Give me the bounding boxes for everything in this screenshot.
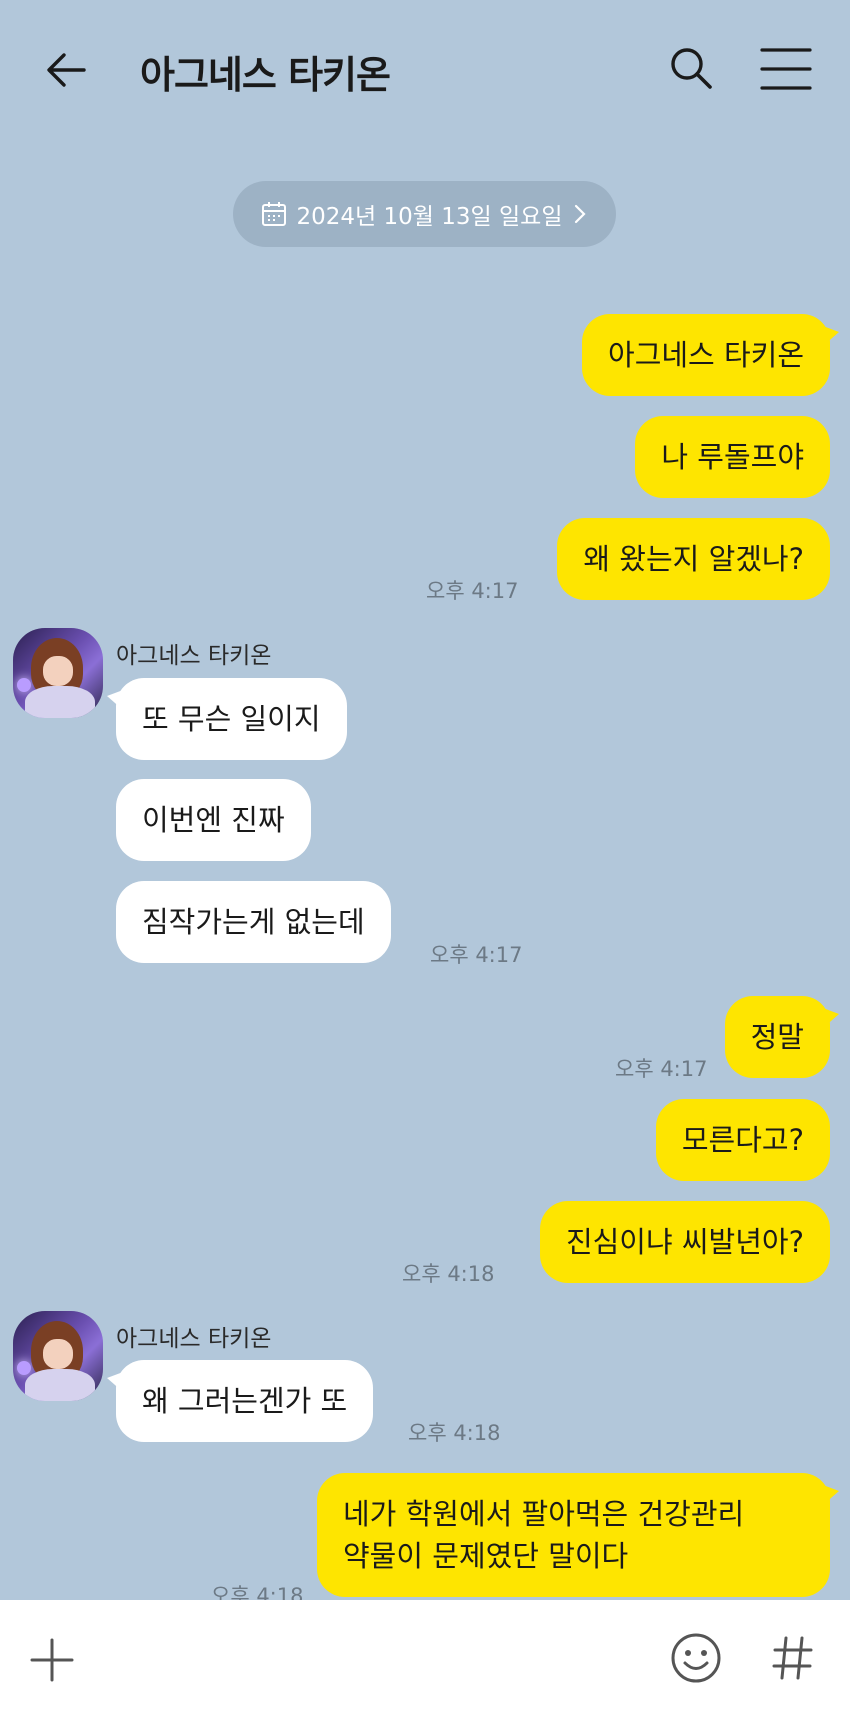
hamburger-menu-icon [760, 48, 812, 90]
hashtag-icon [772, 1636, 813, 1680]
my-message-bubble[interactable]: 모른다고? [655, 1099, 830, 1181]
my-message-bubble[interactable]: 아그네스 타키온 [582, 314, 839, 396]
arrow-left-icon [47, 53, 86, 87]
message-timestamp: 오후 4:17 [426, 579, 519, 603]
calendar-icon [261, 202, 286, 226]
message-timestamp: 오후 4:18 [408, 1421, 501, 1445]
their-message-bubble[interactable]: 이번엔 진짜 [116, 779, 311, 861]
plus-icon [30, 1638, 74, 1682]
back-button[interactable] [40, 42, 96, 98]
sender-name: 아그네스 타키온 [116, 1326, 272, 1352]
sender-avatar[interactable] [13, 628, 103, 718]
my-message-bubble[interactable]: 네가 학원에서 팔아먹은 건강관리 약물이 문제였단 말이다 [317, 1473, 839, 1597]
message-timestamp: 오후 4:17 [430, 943, 523, 967]
message-timestamp: 오후 4:17 [615, 1057, 708, 1081]
message-timestamp: 오후 4:18 [402, 1262, 495, 1286]
my-message-bubble[interactable]: 나 루돌프야 [635, 416, 830, 498]
my-message-bubble[interactable]: 진심이냐 씨발년아? [539, 1201, 830, 1283]
my-message-bubble[interactable]: 왜 왔는지 알겠나? [557, 518, 830, 600]
chat-header: 아그네스 타키온 [0, 0, 850, 140]
attach-button[interactable] [28, 1636, 76, 1684]
their-message-bubble[interactable]: 또 무슨 일이지 [107, 678, 347, 760]
date-divider[interactable]: 2024년 10월 13일 일요일 [233, 181, 616, 247]
emoji-icon [671, 1633, 721, 1683]
sender-avatar[interactable] [13, 1311, 103, 1401]
date-label: 2024년 10월 13일 일요일 [296, 204, 563, 230]
chat-title: 아그네스 타키온 [140, 53, 391, 97]
their-message-bubble[interactable]: 짐작가는게 없는데 [116, 881, 391, 963]
menu-button[interactable] [758, 44, 814, 94]
search-icon [671, 48, 712, 89]
their-message-bubble[interactable]: 왜 그러는겐가 또 [106, 1360, 374, 1442]
message-input-bar [0, 1600, 850, 1713]
hashtag-button[interactable] [772, 1634, 814, 1682]
message-line: 약물이 문제였단 말이다 [343, 1539, 629, 1573]
message-line: 네가 학원에서 팔아먹은 건강관리 [343, 1497, 745, 1531]
emoji-button[interactable] [670, 1632, 722, 1684]
sender-name: 아그네스 타키온 [116, 643, 272, 669]
my-message-bubble[interactable]: 정말 [724, 996, 840, 1078]
search-button[interactable] [665, 42, 717, 94]
chevron-right-icon [575, 204, 587, 224]
